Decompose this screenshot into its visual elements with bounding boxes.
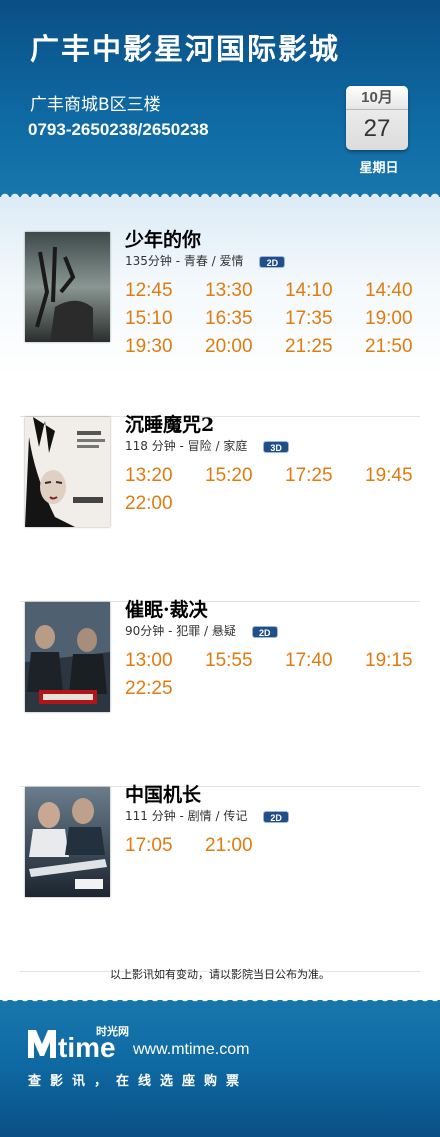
header: 广丰中影星河国际影城 广丰商城B区三楼 0793-2650238/2650238… <box>0 0 440 200</box>
format-badge: 2D <box>251 625 278 638</box>
showtime[interactable]: 12:45 <box>125 280 195 302</box>
showtime[interactable]: 22:25 <box>125 678 195 700</box>
movie-title[interactable]: 催眠·裁决 <box>125 595 208 622</box>
showtime[interactable]: 15:20 <box>205 465 275 487</box>
movie-info: 118 分钟 - 冒险 / 家庭 3D <box>125 437 290 454</box>
slogan: 查影讯，在线选座购票 <box>28 1074 249 1089</box>
movie-title[interactable]: 沉睡魔咒2 <box>125 410 214 437</box>
movie-poster[interactable] <box>25 602 110 712</box>
showtime[interactable]: 15:10 <box>125 308 195 330</box>
movie-title[interactable]: 中国机长 <box>125 780 201 807</box>
showtime[interactable]: 17:35 <box>285 308 355 330</box>
movie-duration-genre: 111 分钟 - 剧情 / 传记 <box>125 809 248 823</box>
showtime[interactable]: 20:00 <box>205 336 275 358</box>
movie-duration-genre: 118 分钟 - 冒险 / 家庭 <box>125 439 248 453</box>
showtime[interactable]: 14:10 <box>285 280 355 302</box>
movie-item[interactable]: 催眠·裁决 90分钟 - 犯罪 / 悬疑 2D 13:00 15:55 17:4… <box>20 599 420 787</box>
showtime[interactable]: 19:15 <box>365 650 435 672</box>
showtime[interactable]: 15:55 <box>205 650 275 672</box>
showtime[interactable]: 17:25 <box>285 465 355 487</box>
format-badge: 2D <box>259 255 286 268</box>
movie-info: 111 分钟 - 剧情 / 传记 2D <box>125 807 290 824</box>
showtime[interactable]: 13:00 <box>125 650 195 672</box>
movie-item[interactable]: 中国机长 111 分钟 - 剧情 / 传记 2D 17:05 21:00 <box>20 784 420 972</box>
movie-poster[interactable] <box>25 232 110 342</box>
movie-info: 90分钟 - 犯罪 / 悬疑 2D <box>125 622 278 639</box>
movie-duration-genre: 90分钟 - 犯罪 / 悬疑 <box>125 624 236 638</box>
movie-list: 少年的你 135分钟 - 青春 / 爱情 2D 12:45 13:30 14:1… <box>0 197 440 1000</box>
showtime[interactable]: 17:40 <box>285 650 355 672</box>
showtime[interactable]: 19:30 <box>125 336 195 358</box>
cinema-phone: 0793-2650238/2650238 <box>28 120 209 139</box>
calendar-day: 27 <box>363 115 391 142</box>
cinema-name: 广丰中影星河国际影城 <box>30 32 341 66</box>
movie-item[interactable]: 沉睡魔咒2 118 分钟 - 冒险 / 家庭 3D 13:20 15:20 17… <box>20 414 420 602</box>
showtime[interactable]: 21:50 <box>365 336 435 358</box>
movie-item[interactable]: 少年的你 135分钟 - 青春 / 爱情 2D 12:45 13:30 14:1… <box>20 229 420 417</box>
movie-info: 135分钟 - 青春 / 爱情 2D <box>125 252 286 269</box>
showtime[interactable]: 21:25 <box>285 336 355 358</box>
logo-chinese: 时光网 <box>96 1025 129 1038</box>
showtime[interactable]: 13:30 <box>205 280 275 302</box>
movie-poster[interactable] <box>25 417 110 527</box>
cinema-address: 广丰商城B区三楼 <box>30 95 161 115</box>
showtime[interactable]: 21:00 <box>205 835 275 857</box>
weekday: 星期日 <box>359 161 399 176</box>
format-badge: 2D <box>263 810 290 823</box>
calendar-icon: 10月 27 <box>346 86 408 150</box>
website-link[interactable]: www.mtime.com <box>133 1041 249 1059</box>
format-badge: 3D <box>263 440 290 453</box>
showtime[interactable]: 19:00 <box>365 308 435 330</box>
calendar-month: 10月 <box>346 86 408 110</box>
disclaimer-notice: 以上影讯如有变动，请以影院当日公布为准。 <box>110 968 330 981</box>
movie-title[interactable]: 少年的你 <box>125 225 201 252</box>
showtime[interactable]: 17:05 <box>125 835 195 857</box>
showtime[interactable]: 19:45 <box>365 465 435 487</box>
showtime[interactable]: 22:00 <box>125 493 195 515</box>
showtime[interactable]: 13:20 <box>125 465 195 487</box>
showtime[interactable]: 14:40 <box>365 280 435 302</box>
movie-poster[interactable] <box>25 787 110 897</box>
footer: time 时光网 www.mtime.com 查影讯，在线选座购票 <box>0 1000 440 1137</box>
movie-duration-genre: 135分钟 - 青春 / 爱情 <box>125 254 244 268</box>
showtime[interactable]: 16:35 <box>205 308 275 330</box>
perforation-divider <box>0 997 440 1009</box>
